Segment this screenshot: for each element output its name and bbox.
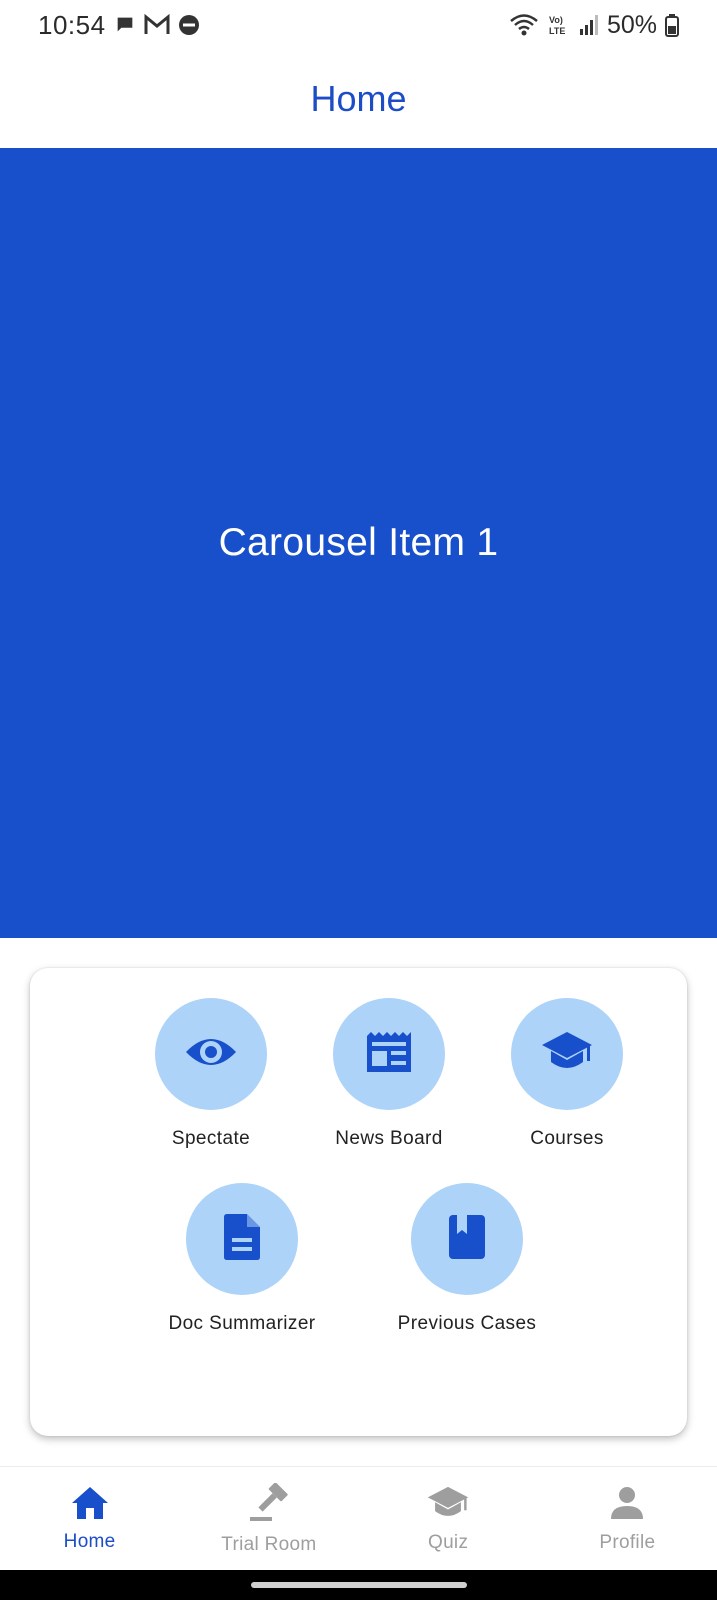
dnd-icon xyxy=(178,14,200,36)
bottom-navigation: Home Trial Room Quiz Profile xyxy=(0,1466,717,1571)
nav-trial-room-label: Trial Room xyxy=(221,1533,317,1555)
graduation-cap-icon xyxy=(541,1030,593,1079)
previous-cases-button[interactable]: Previous Cases xyxy=(372,1183,562,1335)
wifi-icon xyxy=(509,13,539,37)
gesture-handle[interactable] xyxy=(250,1582,467,1588)
news-board-icon-circle xyxy=(333,998,445,1110)
eye-icon xyxy=(185,1034,237,1075)
system-gesture-bar xyxy=(0,1570,717,1600)
document-icon xyxy=(223,1213,261,1266)
person-icon xyxy=(609,1485,645,1526)
nav-profile[interactable]: Profile xyxy=(538,1485,717,1554)
nav-home[interactable]: Home xyxy=(0,1486,179,1553)
status-right: Vo) LTE 50% xyxy=(509,11,679,40)
app-bar: Home xyxy=(0,50,717,148)
carousel-item-label: Carousel Item 1 xyxy=(218,521,499,564)
doc-summarizer-icon-circle xyxy=(186,1183,298,1295)
status-left: 10:54 xyxy=(38,10,200,41)
gmail-icon xyxy=(144,14,170,36)
previous-cases-label: Previous Cases xyxy=(397,1313,537,1334)
newspaper-icon xyxy=(365,1030,413,1079)
battery-percent: 50% xyxy=(606,10,657,39)
carousel[interactable]: Carousel Item 1 xyxy=(0,148,717,938)
news-board-label: News Board xyxy=(335,1128,443,1149)
home-icon xyxy=(71,1486,109,1525)
doc-summarizer-label: Doc Summarizer xyxy=(168,1313,316,1334)
doc-summarizer-button[interactable]: Doc Summarizer xyxy=(147,1183,337,1335)
news-board-button[interactable]: News Board xyxy=(294,998,484,1150)
chat-icon xyxy=(114,14,136,36)
status-bar: 10:54 Vo) LTE 50% xyxy=(0,0,717,50)
svg-text:Vo): Vo) xyxy=(549,15,563,25)
nav-home-label: Home xyxy=(63,1530,116,1552)
courses-button[interactable]: Courses xyxy=(472,998,662,1150)
volte-icon: Vo) LTE xyxy=(547,13,571,37)
feature-menu-card: Spectate News Board Courses Doc Summariz… xyxy=(30,968,687,1436)
book-icon xyxy=(448,1214,486,1265)
nav-profile-label: Profile xyxy=(599,1531,656,1553)
nav-quiz-label: Quiz xyxy=(427,1531,469,1553)
page-title: Home xyxy=(310,78,407,119)
courses-icon-circle xyxy=(511,998,623,1110)
svg-text:LTE: LTE xyxy=(549,26,565,36)
previous-cases-icon-circle xyxy=(411,1183,523,1295)
spectate-icon-circle xyxy=(155,998,267,1110)
spectate-label: Spectate xyxy=(171,1128,251,1149)
battery-icon xyxy=(665,13,679,37)
courses-label: Courses xyxy=(530,1128,604,1149)
nav-trial-room[interactable]: Trial Room xyxy=(179,1481,358,1556)
signal-icon xyxy=(579,14,599,36)
spectate-button[interactable]: Spectate xyxy=(116,998,306,1150)
status-time: 10:54 xyxy=(38,9,106,40)
gavel-icon xyxy=(248,1481,290,1528)
school-icon xyxy=(427,1485,469,1526)
nav-quiz[interactable]: Quiz xyxy=(359,1485,538,1554)
